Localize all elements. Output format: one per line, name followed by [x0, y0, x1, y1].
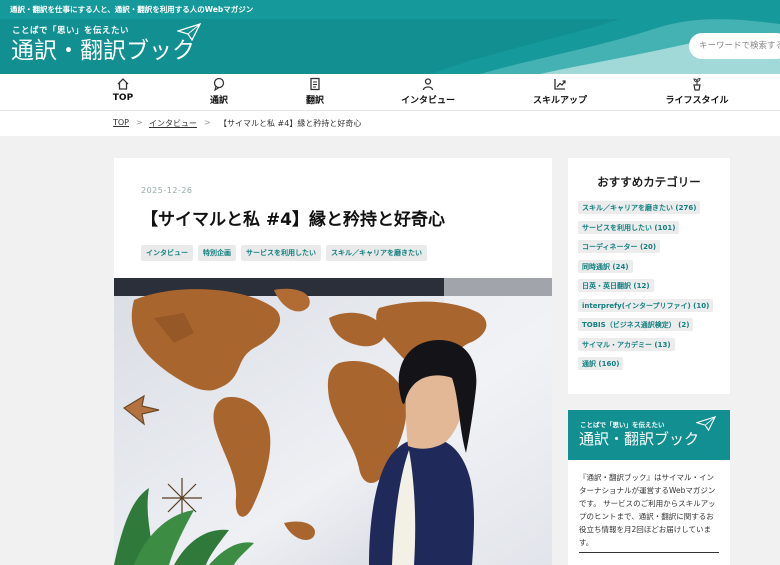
nav-item-skillup[interactable]: スキルアップ [515, 77, 605, 106]
article-tag[interactable]: サービスを利用したい [241, 245, 321, 261]
nav-item-top[interactable]: TOP [78, 77, 168, 103]
category-link[interactable]: 同時通訳 (24) [578, 259, 633, 273]
article-card: 2025-12-26 【サイマルと私 #4】縁と矜持と好奇心 インタビュー 特別… [114, 158, 552, 565]
nav-item-interview[interactable]: インタビュー [383, 77, 473, 106]
article-tag[interactable]: スキル／キャリアを磨きたい [326, 245, 427, 261]
nav-label: 翻訳 [305, 96, 324, 106]
divider [579, 552, 719, 553]
speech-bubble-icon [213, 77, 225, 91]
breadcrumb-separator: > [204, 118, 211, 127]
breadcrumb: TOP > インタビュー > 【サイマルと私 #4】縁と矜持と好奇心 [0, 110, 780, 136]
article-title: 【サイマルと私 #4】縁と矜持と好奇心 [141, 210, 445, 230]
about-logo: 通訳・翻訳ブック [579, 430, 700, 448]
site-logo[interactable]: 通訳・翻訳ブック [11, 36, 195, 66]
world-map-photo-illustration [114, 278, 552, 565]
nav-label: 通訳 [209, 96, 228, 106]
nav-item-translation[interactable]: 翻訳 [270, 77, 360, 106]
category-link[interactable]: コーディネーター (20) [578, 240, 661, 253]
nav-label: インタビュー [400, 96, 455, 106]
about-banner[interactable]: ことばで「思い」を伝えたい 通訳・翻訳ブック [568, 410, 730, 460]
article-tags: インタビュー 特別企画 サービスを利用したい スキル／キャリアを磨きたい [141, 245, 427, 261]
paper-plane-icon [177, 23, 201, 41]
category-link[interactable]: interprefy(インタープリファイ) (10) [578, 298, 714, 312]
recommended-categories-panel: おすすめカテゴリー スキル／キャリアを磨きたい (276) サービスを利用したい… [568, 158, 730, 394]
main-nav: TOP 通訳 翻訳 インタビュー スキルアップ ライフスタイル [0, 74, 780, 110]
category-link[interactable]: サイマル・アカデミー (13) [578, 337, 675, 351]
breadcrumb-separator: > [136, 118, 143, 127]
document-icon [310, 77, 320, 91]
categories-heading: おすすめカテゴリー [597, 175, 701, 189]
person-icon [422, 78, 434, 91]
nav-label: TOP [112, 93, 134, 103]
breadcrumb-home[interactable]: TOP [113, 118, 129, 127]
article-date: 2025-12-26 [141, 186, 193, 195]
article-hero-photo [114, 278, 552, 565]
article-tag[interactable]: 特別企画 [198, 245, 236, 261]
about-panel: ことばで「思い」を伝えたい 通訳・翻訳ブック 『通訳・翻訳ブック』はサイマル・イ… [568, 410, 730, 565]
search-input[interactable]: キーワードで検索する [689, 33, 780, 59]
nav-item-interpretation[interactable]: 通訳 [174, 77, 264, 106]
nav-label: スキルアップ [532, 96, 587, 106]
top-banner: 通訳・翻訳を仕事にする人と、通訳・翻訳を利用する人のWebマガジン [0, 0, 780, 19]
nav-item-lifestyle[interactable]: ライフスタイル [652, 77, 742, 106]
about-description: 『通訳・翻訳ブック』はサイマル・インターナショナルが運営するWebマガジンです。… [579, 473, 716, 547]
plant-icon [693, 77, 701, 91]
category-link[interactable]: TOBIS（ビジネス通訳検定） (2) [578, 318, 694, 331]
nav-label: ライフスタイル [665, 96, 729, 106]
article-tag[interactable]: インタビュー [141, 245, 193, 261]
category-link[interactable]: スキル／キャリアを磨きたい (276) [578, 201, 701, 214]
breadcrumb-current: 【サイマルと私 #4】縁と矜持と好奇心 [219, 119, 362, 128]
growth-chart-icon [554, 79, 566, 90]
category-link[interactable]: 日英・英日翻訳 (12) [578, 279, 654, 292]
breadcrumb-category[interactable]: インタビュー [149, 118, 197, 129]
logo-tagline: ことばで「思い」を伝えたい [12, 26, 130, 36]
category-link[interactable]: 通訳 (160) [578, 357, 624, 370]
site-header: ことばで「思い」を伝えたい 通訳・翻訳ブック キーワードで検索する [0, 19, 780, 74]
home-icon [117, 78, 129, 90]
category-link[interactable]: サービスを利用したい (101) [578, 220, 680, 234]
paper-plane-icon [696, 416, 716, 431]
